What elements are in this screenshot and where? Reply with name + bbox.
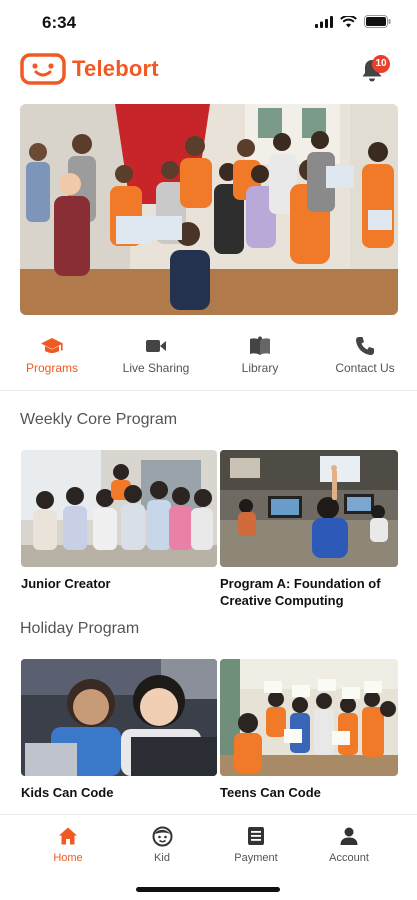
tab-kid-label: Kid bbox=[154, 852, 170, 864]
kid-face-icon bbox=[152, 826, 172, 846]
status-icons bbox=[315, 15, 391, 28]
quick-nav: Programs Live Sharing Library Contact Us bbox=[0, 335, 417, 385]
nav-live-sharing[interactable]: Live Sharing bbox=[111, 335, 201, 375]
nav-programs-label: Programs bbox=[25, 361, 78, 375]
group-photo-students bbox=[20, 104, 398, 315]
program-card-title: Kids Can Code bbox=[21, 785, 114, 800]
battery-icon bbox=[364, 15, 391, 28]
home-icon bbox=[59, 827, 77, 845]
signal-icon bbox=[315, 15, 333, 28]
graduation-cap-icon bbox=[41, 338, 63, 353]
app-logo: Telebort bbox=[20, 53, 159, 85]
telebort-logo-icon bbox=[20, 53, 66, 85]
computer-lab-photo bbox=[220, 450, 398, 567]
section-title-holiday: Holiday Program bbox=[20, 620, 140, 637]
tab-home[interactable]: Home bbox=[28, 825, 108, 864]
app-name: Telebort bbox=[72, 56, 159, 81]
wifi-icon bbox=[340, 15, 357, 27]
kids-group-photo bbox=[21, 450, 217, 567]
book-icon bbox=[250, 336, 270, 355]
bottom-tab-bar: Home Kid Payment Account bbox=[0, 814, 417, 874]
section-title-weekly: Weekly Core Program bbox=[20, 411, 178, 428]
nav-contact-us-label: Contact Us bbox=[335, 361, 395, 375]
nav-programs[interactable]: Programs bbox=[7, 335, 97, 375]
program-card-teens-can-code[interactable]: Teens Can Code bbox=[220, 659, 398, 801]
nav-library[interactable]: Library bbox=[215, 335, 305, 375]
tab-kid[interactable]: Kid bbox=[122, 825, 202, 864]
nav-live-sharing-label: Live Sharing bbox=[122, 361, 190, 375]
program-card-foundation[interactable]: Program A: Foundation of Creative Comput… bbox=[220, 450, 398, 609]
program-card-junior-creator[interactable]: Junior Creator bbox=[21, 450, 217, 592]
girls-laptop-photo bbox=[21, 659, 217, 776]
home-indicator[interactable] bbox=[136, 887, 280, 892]
status-bar: 6:34 bbox=[0, 0, 417, 46]
status-time: 6:34 bbox=[42, 13, 77, 32]
tab-home-label: Home bbox=[53, 852, 83, 864]
nav-library-label: Library bbox=[241, 361, 279, 375]
program-card-title: Teens Can Code bbox=[220, 785, 321, 800]
tab-payment[interactable]: Payment bbox=[216, 825, 296, 864]
program-card-kids-can-code[interactable]: Kids Can Code bbox=[21, 659, 217, 801]
video-camera-icon bbox=[146, 340, 166, 352]
teens-certificates-photo bbox=[220, 659, 398, 776]
program-card-title: Program A: Foundation of Creative Comput… bbox=[220, 576, 381, 608]
tab-payment-label: Payment bbox=[234, 852, 278, 864]
program-card-title: Junior Creator bbox=[21, 576, 111, 591]
notification-badge: 10 bbox=[372, 55, 390, 73]
tab-account[interactable]: Account bbox=[309, 825, 389, 864]
hero-banner[interactable] bbox=[20, 104, 398, 315]
receipt-icon bbox=[248, 827, 264, 845]
nav-contact-us[interactable]: Contact Us bbox=[320, 335, 410, 375]
app-header: Telebort 10 bbox=[0, 50, 417, 90]
phone-icon bbox=[356, 337, 374, 355]
divider bbox=[0, 390, 417, 391]
tab-account-label: Account bbox=[329, 852, 369, 864]
person-icon bbox=[340, 827, 358, 845]
